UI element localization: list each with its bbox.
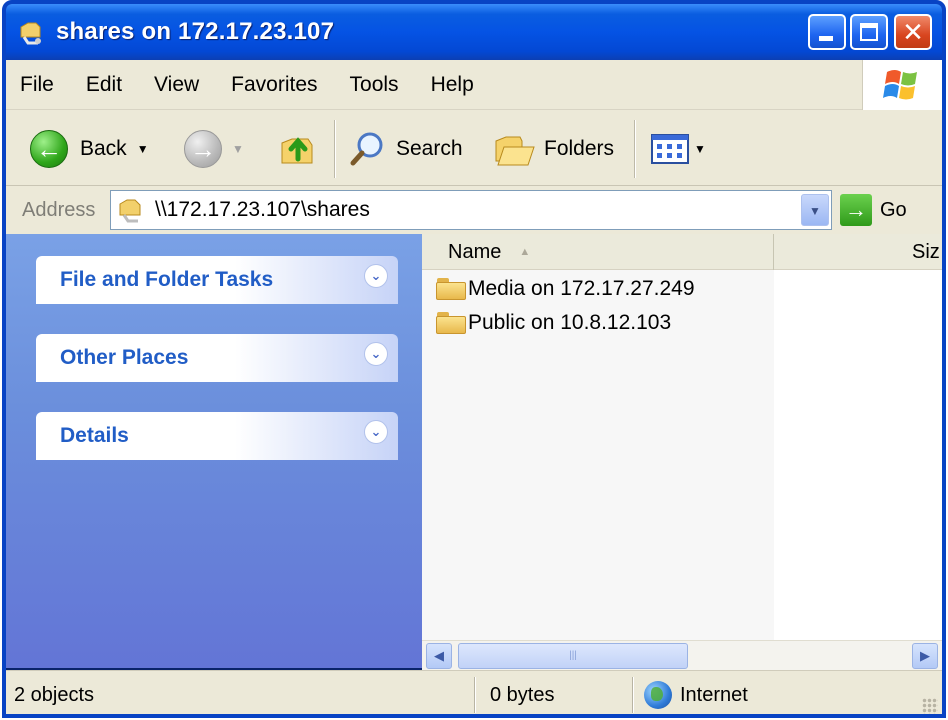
views-icon [651,134,689,164]
task-pane: File and Folder Tasks ⌄ Other Places ⌄ D… [6,234,422,668]
address-dropdown-icon[interactable]: ▼ [801,194,829,226]
minimize-icon [819,36,833,41]
panel-title: File and Folder Tasks [60,268,274,291]
status-object-count: 2 objects [14,671,95,714]
toolbar-separator [634,120,636,178]
list-item-name: Public on 10.8.12.103 [468,311,672,334]
minimize-button[interactable] [808,14,846,50]
list-item-name: Media on 172.17.27.249 [468,277,695,300]
title-bar[interactable]: shares on 172.17.23.107 ✕ [6,4,942,60]
back-dropdown-icon[interactable]: ▼ [137,142,149,156]
windows-logo-icon [862,60,942,110]
go-button[interactable]: → Go [840,192,907,228]
address-label: Address [22,198,96,221]
status-object-count-text: 2 objects [14,683,95,706]
search-button[interactable]: Search [348,128,463,170]
status-bar: 2 objects 0 bytes Internet [6,670,942,714]
column-size-label: Siz [912,240,940,263]
status-size: 0 bytes [490,671,555,714]
up-folder-icon [281,137,313,164]
back-button[interactable]: ← Back ▼ [30,128,149,170]
status-zone-text: Internet [680,683,748,706]
forward-button[interactable]: → ▼ [184,128,244,170]
back-label: Back [80,137,127,160]
column-header-size[interactable]: Siz [912,234,940,270]
list-item[interactable]: Public on 10.8.12.103 [436,308,671,338]
scroll-left-button[interactable]: ◀ [426,643,452,669]
folder-icon [436,278,466,300]
menu-view[interactable]: View [154,73,199,97]
address-value: \\172.17.23.107\shares [155,198,370,221]
window-title: shares on 172.17.23.107 [56,18,335,45]
menu-edit[interactable]: Edit [86,73,122,97]
status-separator [632,677,634,713]
menu-favorites[interactable]: Favorites [231,73,317,97]
explorer-window: shares on 172.17.23.107 ✕ File Edit View… [2,0,946,718]
menu-help[interactable]: Help [431,73,474,97]
close-button[interactable]: ✕ [894,14,932,50]
back-arrow-icon: ← [30,130,68,168]
menu-file[interactable]: File [20,73,54,97]
views-dropdown-icon[interactable]: ▼ [694,142,706,156]
column-header-row: Name ▲ Siz [422,234,942,270]
status-zone: Internet [644,671,748,714]
file-list[interactable]: Name ▲ Siz Media on 172.17.27.249 Public… [422,234,942,640]
network-share-icon [18,19,44,45]
chevron-down-icon[interactable]: ⌄ [364,420,388,444]
toolbar-separator [334,120,336,178]
sort-ascending-icon: ▲ [519,246,531,258]
maximize-icon [860,23,878,41]
panel-title: Details [60,424,129,447]
forward-arrow-icon: → [184,130,222,168]
network-share-icon [119,199,141,223]
menu-tools[interactable]: Tools [350,73,399,97]
address-input[interactable]: \\172.17.23.107\shares ▼ [110,190,832,230]
resize-grip[interactable] [922,698,938,714]
search-label: Search [396,137,463,160]
search-icon [350,132,383,166]
status-separator [474,677,476,713]
go-label: Go [880,198,907,221]
folders-button[interactable]: Folders [492,128,614,170]
panel-other-places[interactable]: Other Places ⌄ [36,334,398,382]
folders-label: Folders [544,137,615,160]
list-item[interactable]: Media on 172.17.27.249 [436,274,695,304]
go-arrow-icon: → [840,194,872,226]
horizontal-scrollbar[interactable]: ◀ ||| ▶ [422,640,942,670]
folder-icon [436,312,466,334]
panel-title: Other Places [60,346,189,369]
menu-bar: File Edit View Favorites Tools Help [6,60,942,110]
status-size-text: 0 bytes [490,683,555,706]
scroll-thumb[interactable]: ||| [458,643,688,669]
toolbar: ← Back ▼ → ▼ Search Folders ▼ [6,110,942,186]
chevron-down-icon[interactable]: ⌄ [364,264,388,288]
up-button[interactable] [278,128,318,170]
address-bar: Address \\172.17.23.107\shares ▼ → Go [6,186,942,234]
column-name-label: Name [448,240,502,263]
views-button[interactable]: ▼ [650,128,706,170]
maximize-button[interactable] [850,14,888,50]
panel-details[interactable]: Details ⌄ [36,412,398,460]
panel-file-and-folder-tasks[interactable]: File and Folder Tasks ⌄ [36,256,398,304]
internet-globe-icon [644,681,672,709]
folders-icon [495,136,535,166]
forward-dropdown-icon[interactable]: ▼ [232,142,244,156]
scroll-right-button[interactable]: ▶ [912,643,938,669]
close-icon: ✕ [902,17,924,47]
column-header-name[interactable]: Name ▲ [422,234,774,270]
chevron-down-icon[interactable]: ⌄ [364,342,388,366]
